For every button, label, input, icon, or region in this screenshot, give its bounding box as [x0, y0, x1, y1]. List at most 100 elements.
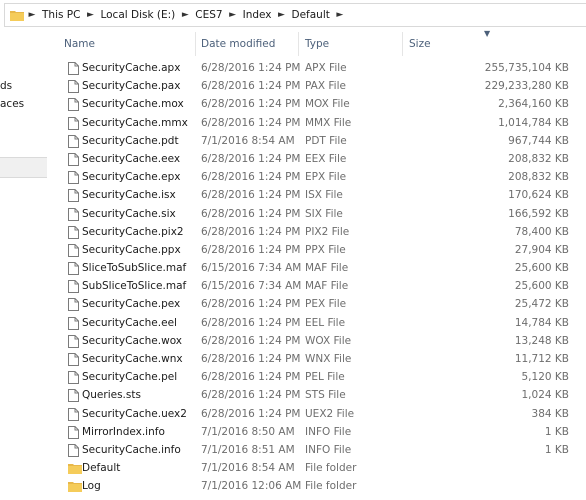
file-size: 967,744 KB [508, 134, 569, 147]
file-date-modified: 6/28/2016 1:24 PM [201, 407, 301, 420]
file-row[interactable]: SecurityCache.pex 6/28/2016 1:24 PM PEX Fi… [48, 295, 586, 313]
column-header-date-modified[interactable]: Date modified [195, 32, 299, 56]
breadcrumb-local-disk[interactable]: Local Disk (E:) [98, 9, 177, 21]
file-row[interactable]: SecurityCache.wnx 6/28/2016 1:24 PM WNX Fi… [48, 350, 586, 368]
file-name: SecurityCache.mox [82, 98, 184, 111]
folder-row[interactable]: Default 7/1/2016 8:54 AM File folder [48, 459, 586, 477]
file-type: INFO File [305, 443, 352, 456]
nav-item-partial[interactable]: ds [0, 80, 12, 92]
file-name: SecurityCache.pex [82, 298, 181, 311]
file-row[interactable]: SecurityCache.pel 6/28/2016 1:24 PM PEL Fi… [48, 368, 586, 386]
file-row[interactable]: SecurityCache.isx 6/28/2016 1:24 PM ISX Fi… [48, 186, 586, 204]
chevron-right-icon[interactable]: ► [82, 4, 98, 26]
document-icon [68, 353, 79, 366]
file-size: 14,784 KB [514, 316, 569, 329]
file-name: SecurityCache.eel [82, 316, 177, 329]
file-date-modified: 6/28/2016 1:24 PM [201, 371, 301, 384]
chevron-right-icon[interactable]: ► [274, 4, 290, 26]
file-type: PIX2 File [305, 225, 350, 238]
file-date-modified: 6/28/2016 1:24 PM [201, 389, 301, 402]
file-name: SecurityCache.pix2 [82, 225, 184, 238]
nav-item-selected[interactable] [0, 157, 47, 178]
file-row[interactable]: SecurityCache.ppx 6/28/2016 1:24 PM PPX Fi… [48, 241, 586, 259]
file-row[interactable]: SecurityCache.pix2 6/28/2016 1:24 PM PIX2 … [48, 223, 586, 241]
file-row[interactable]: SecurityCache.pdt 7/1/2016 8:54 AM PDT Fil… [48, 132, 586, 150]
column-header-size[interactable]: Size [403, 32, 586, 56]
file-name: Default [82, 462, 121, 475]
file-row[interactable]: MirrorIndex.info 7/1/2016 8:50 AM INFO Fil… [48, 423, 586, 441]
file-type: MOX File [305, 98, 350, 111]
document-icon [68, 407, 79, 421]
file-size: 11,712 KB [514, 353, 569, 365]
file-size: 170,624 KB [508, 189, 569, 202]
chevron-right-icon[interactable]: ► [24, 4, 40, 26]
file-row[interactable]: SecurityCache.mmx 6/28/2016 1:24 PM MMX Fi… [48, 114, 586, 132]
file-row[interactable]: SliceToSubSlice.maf 6/15/2016 7:34 AM MAF … [48, 259, 586, 277]
file-row[interactable]: SecurityCache.wox 6/28/2016 1:24 PM WOX Fi… [48, 332, 586, 350]
file-date-modified: 6/28/2016 1:24 PM [201, 62, 301, 74]
file-date-modified: 6/28/2016 1:24 PM [201, 171, 301, 184]
file-row[interactable]: SecurityCache.six 6/28/2016 1:24 PM SIX Fi… [48, 205, 586, 223]
file-size: 384 KB [531, 407, 569, 420]
document-icon [68, 262, 79, 276]
nav-item-partial[interactable]: aces [0, 98, 24, 110]
navigation-pane: ds aces [0, 28, 48, 500]
breadcrumb-this-pc[interactable]: This PC [40, 9, 82, 21]
file-row[interactable]: SecurityCache.eex 6/28/2016 1:24 PM EEX Fi… [48, 150, 586, 168]
column-header-name[interactable]: Name [58, 32, 196, 56]
file-type: MAF File [305, 280, 349, 293]
chevron-right-icon[interactable]: ► [332, 4, 348, 26]
file-row[interactable]: SecurityCache.info 7/1/2016 8:51 AM INFO F… [48, 441, 586, 459]
file-date-modified: 7/1/2016 8:54 AM [201, 462, 295, 475]
document-icon [68, 316, 79, 330]
file-row[interactable]: SubSliceToSlice.maf 6/15/2016 7:34 AM MAF … [48, 277, 586, 295]
file-type: MAF File [305, 262, 349, 275]
document-icon [68, 298, 79, 312]
file-name: SecurityCache.pdt [82, 134, 179, 147]
column-header-type[interactable]: Type [299, 32, 403, 56]
folder-icon [68, 463, 82, 476]
file-type: EPX File [305, 171, 347, 184]
file-date-modified: 6/28/2016 1:24 PM [201, 80, 301, 93]
folder-icon [10, 10, 24, 21]
document-icon [68, 80, 79, 94]
file-date-modified: 7/1/2016 8:54 AM [201, 134, 295, 147]
breadcrumb-default[interactable]: Default [290, 9, 332, 21]
document-icon [68, 443, 79, 457]
file-row[interactable]: SecurityCache.apx 6/28/2016 1:24 PM APX Fi… [48, 59, 586, 77]
file-type: File folder [305, 480, 357, 493]
file-name: SecurityCache.six [82, 207, 176, 220]
file-size: 208,832 KB [508, 152, 569, 165]
file-type: PAX File [305, 80, 346, 93]
file-size: 208,832 KB [508, 171, 569, 184]
file-row[interactable]: SecurityCache.pax 6/28/2016 1:24 PM PAX Fi… [48, 77, 586, 95]
folder-row[interactable]: Log 7/1/2016 12:06 AM File folder [48, 477, 586, 495]
file-size: 1,014,784 KB [498, 116, 569, 129]
address-bar[interactable]: ► This PC ► Local Disk (E:) ► CES7 ► Ind… [4, 3, 586, 27]
file-row[interactable]: SecurityCache.uex2 6/28/2016 1:24 PM UEX2 … [48, 405, 586, 423]
file-date-modified: 6/28/2016 1:24 PM [201, 98, 301, 111]
file-type: MMX File [305, 116, 352, 129]
file-row[interactable]: Queries.sts 6/28/2016 1:24 PM STS File 1,02… [48, 386, 586, 404]
file-name: SecurityCache.wox [82, 334, 183, 347]
file-row[interactable]: SecurityCache.eel 6/28/2016 1:24 PM EEL Fi… [48, 314, 586, 332]
file-date-modified: 7/1/2016 8:50 AM [201, 425, 295, 438]
file-row[interactable]: SecurityCache.mox 6/28/2016 1:24 PM MOX Fi… [48, 95, 586, 113]
file-name: SecurityCache.isx [82, 189, 176, 202]
document-icon [68, 334, 79, 348]
document-icon [68, 243, 79, 257]
file-row[interactable]: SecurityCache.epx 6/28/2016 1:24 PM EPX Fi… [48, 168, 586, 186]
explorer-window: ► This PC ► Local Disk (E:) ► CES7 ► Ind… [0, 0, 586, 500]
breadcrumb-index[interactable]: Index [241, 9, 274, 21]
breadcrumb-ces7[interactable]: CES7 [193, 9, 224, 21]
chevron-right-icon[interactable]: ► [225, 4, 241, 26]
document-icon [68, 116, 79, 130]
file-name: MirrorIndex.info [82, 425, 165, 438]
file-size: 5,120 KB [521, 371, 570, 384]
file-size: 27,904 KB [514, 243, 569, 256]
chevron-right-icon[interactable]: ► [177, 4, 193, 26]
file-date-modified: 6/28/2016 1:24 PM [201, 298, 301, 311]
file-type: PEX File [305, 298, 347, 311]
file-name: SecurityCache.pax [82, 80, 181, 93]
file-date-modified: 6/15/2016 7:34 AM [201, 280, 301, 293]
